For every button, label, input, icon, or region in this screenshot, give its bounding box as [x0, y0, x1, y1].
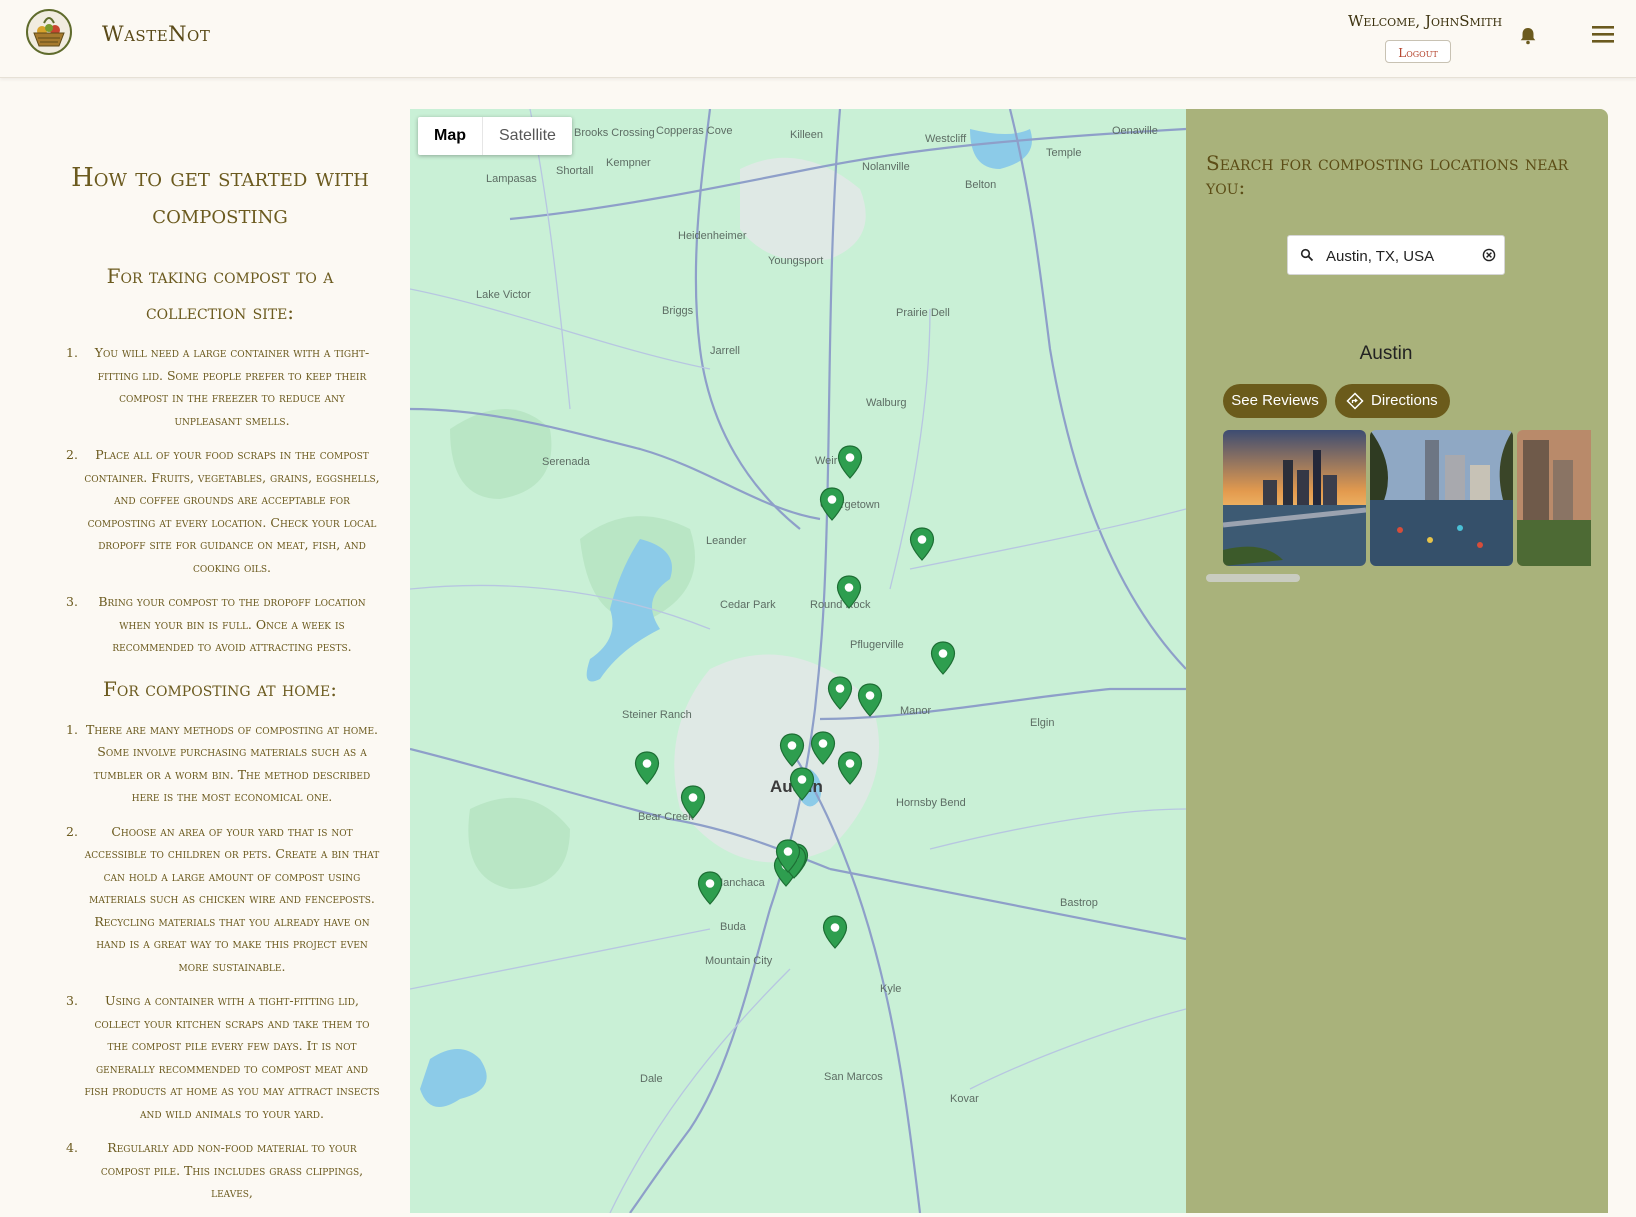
map-label: Shortall [556, 165, 594, 177]
list-item: 4. Regularly add non-food material to you… [66, 1140, 364, 1200]
map-label: Leander [706, 535, 747, 547]
map-label: Buda [720, 921, 746, 933]
list-item: 3. Bring your compost to the dropoff loca… [66, 594, 366, 654]
map-view[interactable]: Brooks Crossing Copperas Cove Killeen We… [410, 109, 1186, 1213]
austin-lake-kayaks-photo[interactable] [1370, 430, 1513, 566]
map-label: Heidenheimer [678, 230, 747, 242]
compost-location-marker-icon[interactable] [779, 733, 805, 767]
compost-location-marker-icon[interactable] [697, 871, 723, 905]
composting-guide: How to get started with composting For t… [60, 160, 380, 1217]
map-label: Weir [815, 455, 838, 467]
place-name: Austin [1359, 343, 1413, 364]
search-panel: Search for composting locations near you… [1186, 109, 1608, 1213]
logout-button[interactable]: Logout [1385, 40, 1451, 63]
list-item: 1. There are many methods of composting a… [66, 721, 378, 805]
map-label: Brooks Crossing [574, 127, 655, 139]
map-label: Mountain City [705, 955, 773, 967]
home-heading: For composting at home: [103, 676, 337, 701]
map-type-satellite-button[interactable]: Satellite [483, 117, 572, 155]
map-label: Steiner Ranch [622, 709, 692, 721]
compost-location-marker-icon[interactable] [827, 676, 853, 710]
clear-search-icon[interactable] [1482, 248, 1496, 262]
map-label: Pflugerville [850, 639, 904, 651]
map-label: Lake Victor [476, 289, 531, 301]
map-label: Serenada [542, 456, 590, 468]
map-label: San Marcos [824, 1071, 883, 1083]
welcome-message: Welcome, JohnSmith [1347, 12, 1503, 30]
compost-location-marker-icon[interactable] [822, 915, 848, 949]
photos-scrollbar[interactable] [1206, 574, 1300, 582]
map-label: Nolanville [862, 161, 910, 173]
collection-heading: For taking compost to a collection site: [106, 264, 334, 324]
map-label: Prairie Dell [896, 307, 950, 319]
directions-button[interactable]: Directions [1335, 384, 1450, 418]
compost-location-marker-icon[interactable] [789, 767, 815, 801]
collection-steps-list: 1. You will need a large container with a… [60, 342, 380, 659]
map-label: Westcliff [925, 133, 967, 145]
compost-location-marker-icon[interactable] [837, 751, 863, 785]
list-item: 3. Using a container with a tight-fitting… [66, 993, 380, 1121]
map-label: Bastrop [1060, 897, 1098, 909]
compost-location-marker-icon[interactable] [775, 839, 801, 873]
map-type-control[interactable]: Map Satellite [418, 117, 572, 155]
map-label: Killeen [790, 129, 824, 141]
map-label: Kempner [606, 157, 651, 169]
menu-icon[interactable] [1592, 23, 1614, 45]
list-item: 2. Choose an area of your yard that is no… [66, 823, 380, 974]
map-label: Briggs [662, 305, 694, 317]
austin-skyline-bridge-photo[interactable] [1223, 430, 1366, 566]
map-label: Youngsport [768, 255, 824, 267]
top-header: WasteNot Welcome, JohnSmith Logout [0, 0, 1636, 78]
map-label: Belton [965, 179, 997, 191]
bell-icon[interactable] [1518, 26, 1538, 46]
compost-location-marker-icon[interactable] [819, 487, 845, 521]
compost-location-marker-icon[interactable] [634, 751, 660, 785]
map-label: Kovar [950, 1093, 979, 1105]
map-label: Cedar Park [720, 599, 776, 611]
map-label: Copperas Cove [656, 125, 733, 137]
guide-title: How to get started with composting [71, 163, 369, 230]
map-label: Dale [640, 1073, 663, 1085]
directions-label: Directions [1371, 392, 1438, 409]
search-icon [1300, 248, 1314, 262]
place-photos[interactable] [1223, 430, 1591, 566]
map-label: Manor [900, 705, 932, 717]
map-label: Jarrell [710, 345, 740, 357]
map-label: Lampasas [486, 173, 537, 185]
compost-location-marker-icon[interactable] [810, 731, 836, 765]
map-type-map-button[interactable]: Map [418, 117, 483, 155]
map-label: Hornsby Bend [896, 797, 966, 809]
map-label: Kyle [880, 983, 902, 995]
compost-location-marker-icon[interactable] [930, 641, 956, 675]
compost-location-marker-icon[interactable] [837, 445, 863, 479]
see-reviews-button[interactable]: See Reviews [1223, 384, 1327, 418]
location-search-input[interactable] [1324, 244, 1478, 268]
compost-basket-logo[interactable] [26, 9, 72, 55]
austin-tower-photo[interactable] [1517, 430, 1591, 566]
list-item: 1. You will need a large container with a… [66, 345, 370, 428]
list-item: 2. Place all of your food scraps in the c… [66, 447, 380, 575]
map-label: Walburg [866, 397, 907, 409]
map-label: Elgin [1030, 717, 1055, 729]
map-base[interactable] [410, 109, 1186, 1213]
home-steps-list: 1. There are many methods of composting a… [60, 719, 380, 1205]
location-search-box[interactable] [1287, 235, 1505, 275]
compost-location-marker-icon[interactable] [909, 527, 935, 561]
compost-location-marker-icon[interactable] [857, 683, 883, 717]
map-label: Oenaville [1112, 125, 1158, 137]
map-label: Temple [1046, 147, 1082, 159]
compost-location-marker-icon[interactable] [836, 575, 862, 609]
directions-icon [1346, 392, 1364, 410]
brand-name[interactable]: WasteNot [102, 22, 210, 46]
search-panel-title: Search for composting locations near you… [1206, 151, 1569, 199]
compost-location-marker-icon[interactable] [680, 785, 706, 819]
